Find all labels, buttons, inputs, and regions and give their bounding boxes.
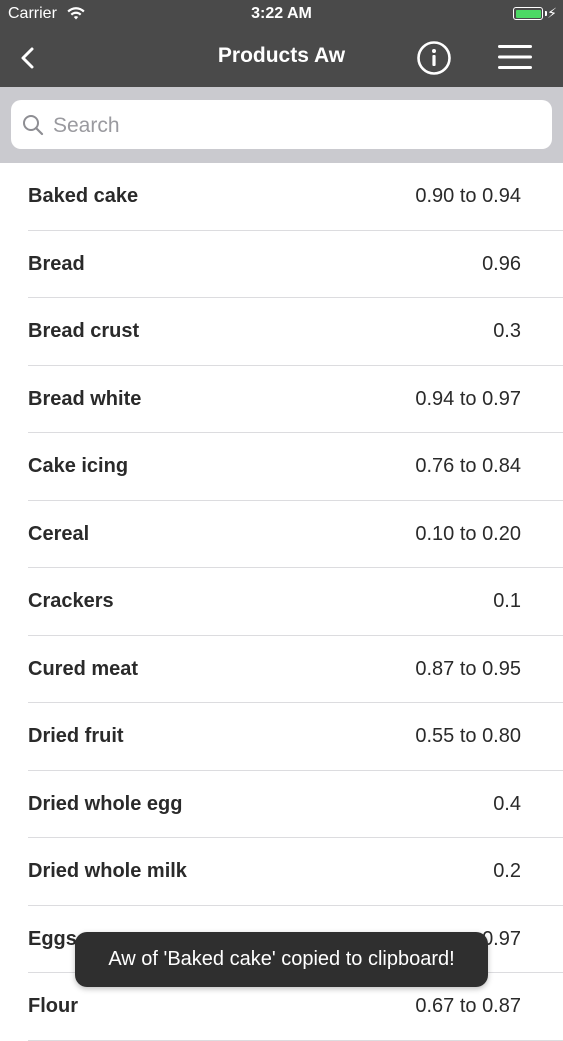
product-name: Flour — [28, 995, 78, 1017]
product-aw-value: 0.3 — [493, 320, 521, 342]
list-item[interactable]: Dried fruit 0.55 to 0.80 — [0, 703, 563, 771]
product-name: Cured meat — [28, 657, 139, 680]
list-item[interactable]: Bread crust 0.3 — [0, 298, 563, 366]
product-aw-value: 0.90 to 0.94 — [415, 185, 521, 207]
product-name: Dried whole milk — [28, 860, 187, 882]
charging-bolt-icon: ⚡ — [547, 5, 557, 21]
product-aw-value: 0.67 to 0.87 — [415, 995, 521, 1017]
list-item[interactable]: Bread white 0.94 to 0.97 — [0, 366, 563, 434]
status-time: 3:22 AM — [251, 5, 312, 22]
list-item[interactable]: Baked cake 0.90 to 0.94 — [0, 163, 563, 231]
menu-button[interactable] — [496, 42, 534, 72]
list-item[interactable]: Crackers 0.1 — [0, 568, 563, 636]
product-name: Cereal — [28, 522, 90, 545]
product-aw-value: 0.96 — [482, 252, 521, 275]
product-aw-value: 0.76 to 0.84 — [415, 455, 521, 477]
toast-notification: Aw of 'Baked cake' copied to clipboard! — [75, 932, 488, 987]
product-aw-value: 0.94 to 0.97 — [415, 387, 521, 410]
navigation-bar: Products Aw — [0, 28, 563, 87]
search-field[interactable] — [11, 100, 552, 151]
search-bar — [0, 87, 563, 163]
product-name: Baked cake — [28, 185, 139, 207]
product-name: Cake icing — [28, 455, 129, 477]
list-item[interactable]: Cereal 0.10 to 0.20 — [0, 501, 563, 569]
product-name: Crackers — [28, 590, 114, 612]
search-icon — [23, 115, 44, 136]
product-name: Dried fruit — [28, 725, 124, 747]
hamburger-menu-icon — [498, 45, 532, 69]
product-name: Eggs — [28, 927, 77, 950]
product-name: Bread crust — [28, 320, 140, 342]
list-item[interactable]: Dried whole egg 0.4 — [0, 771, 563, 839]
product-aw-value: 0.1 — [493, 590, 521, 612]
info-button[interactable] — [416, 40, 452, 76]
product-name: Bread white — [28, 387, 142, 410]
product-aw-value: 0.10 to 0.20 — [415, 522, 521, 545]
product-name: Dried whole egg — [28, 792, 183, 815]
product-aw-value: 0.2 — [493, 860, 521, 882]
status-bar: Carrier 3:22 AM ⚡ — [0, 0, 563, 28]
search-input[interactable] — [51, 100, 545, 151]
info-circle-icon — [417, 41, 451, 75]
battery-icon — [513, 7, 543, 20]
product-list: Baked cake 0.90 to 0.94 Bread 0.96 Bread cru… — [0, 163, 563, 1041]
list-item[interactable]: Cake icing 0.76 to 0.84 — [0, 433, 563, 501]
list-item[interactable]: Bread 0.96 — [0, 231, 563, 299]
page-title: Products Aw — [217, 44, 346, 67]
list-item[interactable]: Dried whole milk 0.2 — [0, 838, 563, 906]
product-aw-value: 0.4 — [493, 792, 521, 815]
product-aw-value: 0.87 to 0.95 — [415, 657, 521, 680]
list-item[interactable]: Cured meat 0.87 to 0.95 — [0, 636, 563, 704]
product-name: Bread — [28, 252, 85, 275]
product-aw-value: 0.55 to 0.80 — [415, 725, 521, 747]
